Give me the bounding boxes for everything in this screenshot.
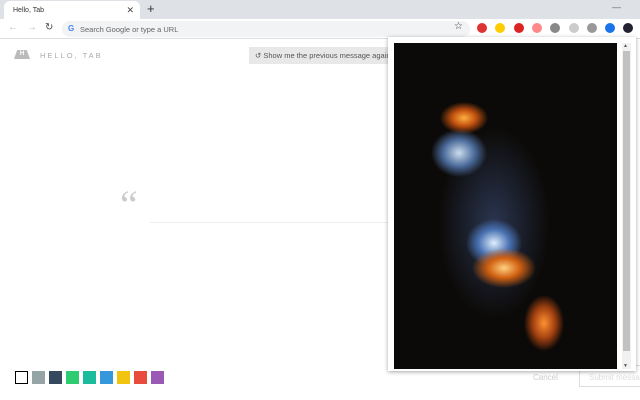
previous-message-label: Show me the previous message again: [263, 51, 391, 60]
cancel-button[interactable]: Cancel: [533, 373, 558, 382]
scrollbar[interactable]: ▲ ▼: [622, 43, 631, 369]
back-icon[interactable]: ←: [8, 22, 18, 33]
color-swatch[interactable]: [151, 371, 164, 384]
message-input-line[interactable]: [150, 222, 390, 223]
forward-icon[interactable]: →: [27, 22, 37, 33]
new-tab-button[interactable]: +: [147, 1, 155, 16]
troll-face-icon[interactable]: [586, 23, 597, 33]
logo: H: [14, 50, 30, 59]
color-swatch[interactable]: [49, 371, 62, 384]
scroll-up-icon[interactable]: ▲: [623, 43, 628, 49]
tab-strip: Hello, Tab ✕ + —: [0, 0, 640, 19]
tab-hello-tab[interactable]: Hello, Tab ✕: [4, 1, 140, 19]
previous-message-button[interactable]: ↺ Show me the previous message again: [249, 47, 409, 64]
tab-title: Hello, Tab: [13, 7, 45, 14]
color-swatch[interactable]: [100, 371, 113, 384]
bookmark-star-icon[interactable]: ☆: [454, 21, 463, 32]
grey-icon[interactable]: [568, 23, 579, 33]
color-swatch[interactable]: [117, 371, 130, 384]
color-swatch[interactable]: [32, 371, 45, 384]
scrollbar-thumb[interactable]: [623, 51, 630, 351]
nebula-image: [394, 43, 617, 369]
google-icon: G: [68, 24, 75, 33]
close-icon[interactable]: ✕: [126, 5, 134, 16]
color-swatch[interactable]: [15, 371, 28, 384]
scroll-down-icon[interactable]: ▼: [623, 363, 628, 369]
minimize-button[interactable]: —: [612, 2, 621, 12]
color-swatch[interactable]: [83, 371, 96, 384]
red-flag-icon[interactable]: [477, 23, 487, 33]
red-arrow-icon[interactable]: [531, 23, 542, 33]
extension-popup: ▲ ▼: [388, 37, 636, 371]
omnibox-placeholder: Search Google or type a URL: [80, 25, 179, 34]
toolbar: ← → ↻ G Search Google or type a URL ☆: [0, 19, 640, 39]
adblock-icon[interactable]: [513, 23, 524, 33]
brand-title: HELLO, TAB: [40, 51, 103, 60]
quote-icon: “: [120, 182, 138, 227]
color-swatches: [15, 371, 164, 384]
omnibox[interactable]: G Search Google or type a URL: [62, 21, 470, 37]
reload-icon[interactable]: ↻: [45, 22, 53, 33]
color-swatch[interactable]: [134, 371, 147, 384]
color-swatch[interactable]: [66, 371, 79, 384]
